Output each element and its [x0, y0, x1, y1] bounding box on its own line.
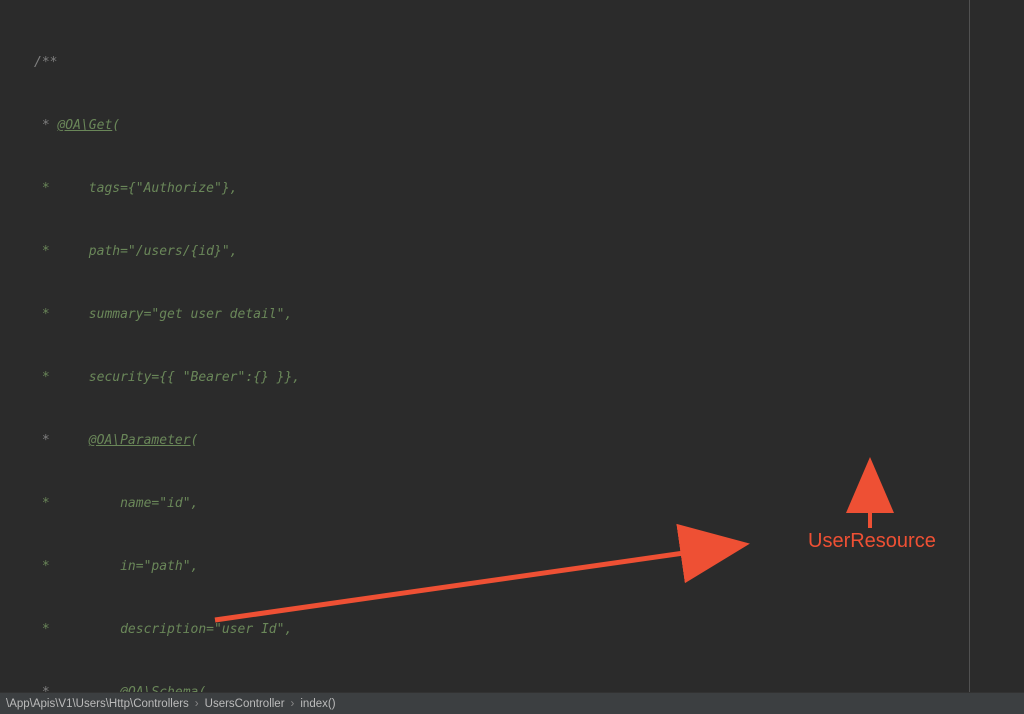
- code-line: /**: [34, 55, 57, 70]
- code-line: * name="id",: [34, 496, 198, 511]
- breadcrumb-item[interactable]: UsersController: [205, 698, 285, 710]
- oa-parameter-annotation[interactable]: @OA\Parameter: [89, 433, 191, 448]
- code-text: (: [198, 685, 206, 692]
- oa-get-annotation[interactable]: @OA\Get: [57, 118, 112, 133]
- code-line: * summary="get user detail",: [34, 307, 292, 322]
- code-area[interactable]: /** * @OA\Get( * tags={"Authorize"}, * p…: [34, 10, 1024, 692]
- code-line: * description="user Id",: [34, 622, 292, 637]
- code-line: * security={{ "Bearer":{} }},: [34, 370, 300, 385]
- chevron-right-icon: ›: [195, 698, 199, 710]
- breadcrumb-item[interactable]: \App\Apis\V1\Users\Http\Controllers: [6, 698, 189, 710]
- breadcrumb[interactable]: \App\Apis\V1\Users\Http\Controllers › Us…: [0, 692, 1024, 714]
- code-line: *: [34, 685, 120, 692]
- code-line: * path="/users/{id}",: [34, 244, 238, 259]
- annotation-label: UserResource: [808, 530, 936, 553]
- code-line: * in="path",: [34, 559, 198, 574]
- code-text: (: [191, 433, 199, 448]
- chevron-right-icon: ›: [291, 698, 295, 710]
- breadcrumb-item[interactable]: index(): [300, 698, 335, 710]
- code-line: *: [34, 118, 57, 133]
- oa-schema-annotation[interactable]: @OA\Schema: [120, 685, 198, 692]
- code-line: * tags={"Authorize"},: [34, 181, 238, 196]
- right-margin-guide: [969, 0, 970, 692]
- code-editor[interactable]: /** * @OA\Get( * tags={"Authorize"}, * p…: [0, 0, 1024, 692]
- code-line: *: [34, 433, 89, 448]
- code-text: (: [112, 118, 120, 133]
